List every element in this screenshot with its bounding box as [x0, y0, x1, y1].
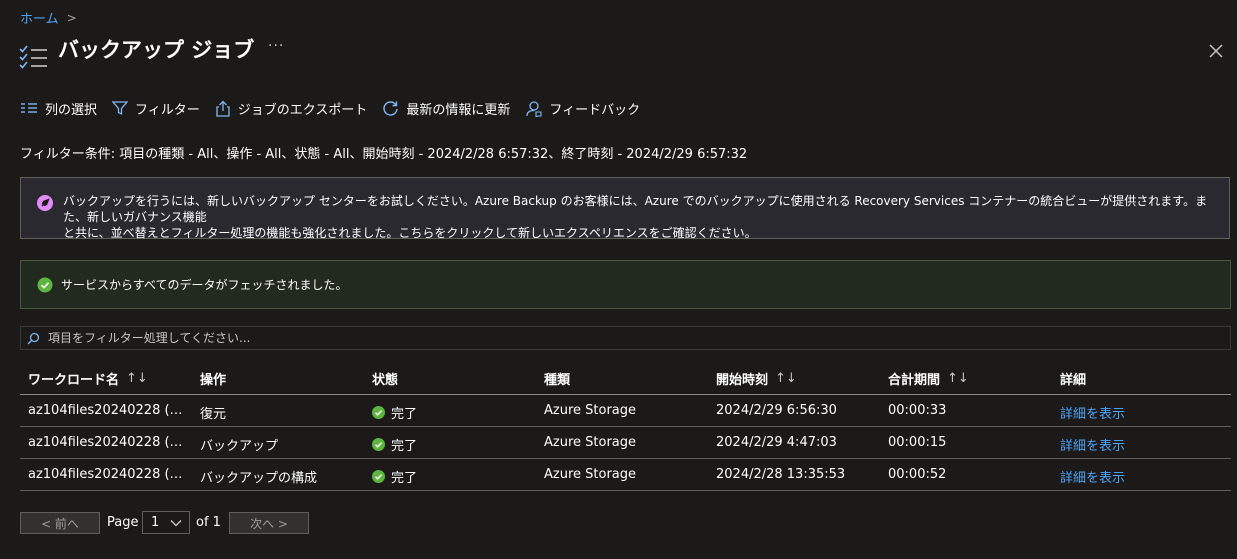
backup-jobs-icon [18, 42, 50, 72]
close-icon[interactable] [1207, 42, 1225, 60]
previous-page-button[interactable]: < 前へ [20, 512, 100, 534]
sort-icon[interactable]: ↑↓ [775, 371, 797, 386]
jobs-table-header: ワークロード名 ↑↓ 操作 状態 種類 開始時刻 ↑↓ 合計期間 ↑↓ 詳細 [20, 362, 1231, 395]
status-cell: 完了 [372, 403, 417, 422]
workload-cell: az104files20240228 (… [28, 403, 183, 418]
start-time-cell: 2024/2/29 6:56:30 [716, 403, 837, 418]
success-check-icon [37, 277, 53, 296]
page-select-value: 1 [151, 515, 160, 530]
breadcrumb-separator: > [66, 10, 77, 25]
page-label: Page [107, 515, 139, 530]
workload-cell: az104files20240228 (… [28, 467, 183, 482]
type-cell: Azure Storage [544, 403, 637, 418]
operation-cell: 復元 [200, 407, 227, 422]
operation-cell: バックアップ [200, 439, 279, 454]
export-jobs-label: ジョブのエクスポート [237, 102, 368, 118]
search-input[interactable] [46, 330, 1200, 346]
refresh-button[interactable]: 最新の情報に更新 [382, 99, 510, 118]
column-header-start-time[interactable]: 開始時刻 ↑↓ [716, 369, 797, 388]
duration-cell: 00:00:52 [888, 467, 947, 482]
page-select[interactable]: 1 [142, 511, 190, 534]
column-header-type: 種類 [544, 373, 571, 388]
more-options-button[interactable]: ··· [268, 38, 284, 54]
success-message: サービスからすべてのデータがフェッチされました。 [61, 278, 348, 292]
view-details-link[interactable]: 詳細を表示 [1060, 403, 1125, 422]
export-jobs-button[interactable]: ジョブのエクスポート [215, 99, 368, 118]
table-row[interactable]: az104files20240228 (… バックアップの構成 完了 Azure… [20, 459, 1231, 491]
column-header-workload-label: ワークロード名 [28, 373, 120, 388]
filter-summary: フィルター条件: 項目の種類 - All、操作 - All、状態 - All、開… [20, 147, 748, 162]
toolbar: 列の選択 フィルター ジョブのエクスポート 最新の情報に更新 フィードバック [20, 97, 655, 119]
refresh-label: 最新の情報に更新 [406, 102, 511, 118]
refresh-icon [383, 100, 399, 116]
type-cell: Azure Storage [544, 435, 637, 450]
view-details-link[interactable]: 詳細を表示 [1060, 467, 1125, 486]
column-header-workload[interactable]: ワークロード名 ↑↓ [28, 369, 148, 388]
rocket-icon [37, 195, 53, 215]
view-details-link[interactable]: 詳細を表示 [1060, 435, 1125, 454]
status-text: 完了 [391, 407, 418, 422]
column-header-operation: 操作 [200, 373, 227, 388]
chevron-down-icon [170, 520, 182, 527]
info-banner-line-1: バックアップを行うには、新しいバックアップ センターをお試しください。Azure… [63, 194, 1208, 224]
search-icon [27, 332, 40, 344]
feedback-button[interactable]: フィードバック [525, 99, 640, 118]
choose-columns-button[interactable]: 列の選択 [20, 99, 97, 118]
table-row[interactable]: az104files20240228 (… 復元 完了 Azure Storag… [20, 395, 1231, 427]
page-title: バックアップ ジョブ [58, 38, 255, 62]
type-cell: Azure Storage [544, 467, 637, 482]
success-check-icon [372, 406, 385, 419]
column-header-start-time-label: 開始時刻 [716, 373, 769, 388]
table-row[interactable]: az104files20240228 (… バックアップ 完了 Azure St… [20, 427, 1231, 459]
column-header-duration[interactable]: 合計期間 ↑↓ [888, 369, 969, 388]
feedback-icon [526, 100, 542, 117]
duration-cell: 00:00:15 [888, 435, 947, 450]
status-text: 完了 [391, 471, 418, 486]
filter-icon [112, 101, 129, 116]
info-banner-line-2: と共に、並べ替えとフィルター処理の機能も強化されました。こちらをクリックして新し… [63, 226, 757, 240]
column-header-status: 状態 [372, 373, 399, 388]
fetch-success-banner: サービスからすべてのデータがフェッチされました。 [20, 260, 1231, 309]
feedback-label: フィードバック [549, 102, 641, 118]
filter-search-box [20, 326, 1231, 350]
columns-icon [21, 103, 37, 113]
success-check-icon [372, 470, 385, 483]
page-count-label: of 1 [196, 515, 221, 530]
export-icon [216, 100, 230, 117]
breadcrumb: ホーム > [20, 8, 77, 28]
sort-icon[interactable]: ↑↓ [947, 371, 969, 386]
column-header-duration-label: 合計期間 [888, 373, 941, 388]
filter-label: フィルター [135, 102, 200, 118]
sort-icon[interactable]: ↑↓ [126, 371, 148, 386]
start-time-cell: 2024/2/29 4:47:03 [716, 435, 837, 450]
filter-button[interactable]: フィルター [112, 99, 200, 118]
success-check-icon [372, 438, 385, 451]
breadcrumb-home-link[interactable]: ホーム [20, 8, 59, 27]
operation-cell: バックアップの構成 [200, 471, 318, 486]
next-page-button[interactable]: 次へ > [229, 512, 309, 534]
status-text: 完了 [391, 439, 418, 454]
status-cell: 完了 [372, 435, 417, 454]
duration-cell: 00:00:33 [888, 403, 947, 418]
workload-cell: az104files20240228 (… [28, 435, 183, 450]
column-header-details: 詳細 [1060, 373, 1087, 388]
start-time-cell: 2024/2/28 13:35:53 [716, 467, 846, 482]
status-cell: 完了 [372, 467, 417, 486]
choose-columns-label: 列の選択 [45, 102, 98, 118]
backup-center-info-banner[interactable]: バックアップを行うには、新しいバックアップ センターをお試しください。Azure… [20, 177, 1230, 240]
